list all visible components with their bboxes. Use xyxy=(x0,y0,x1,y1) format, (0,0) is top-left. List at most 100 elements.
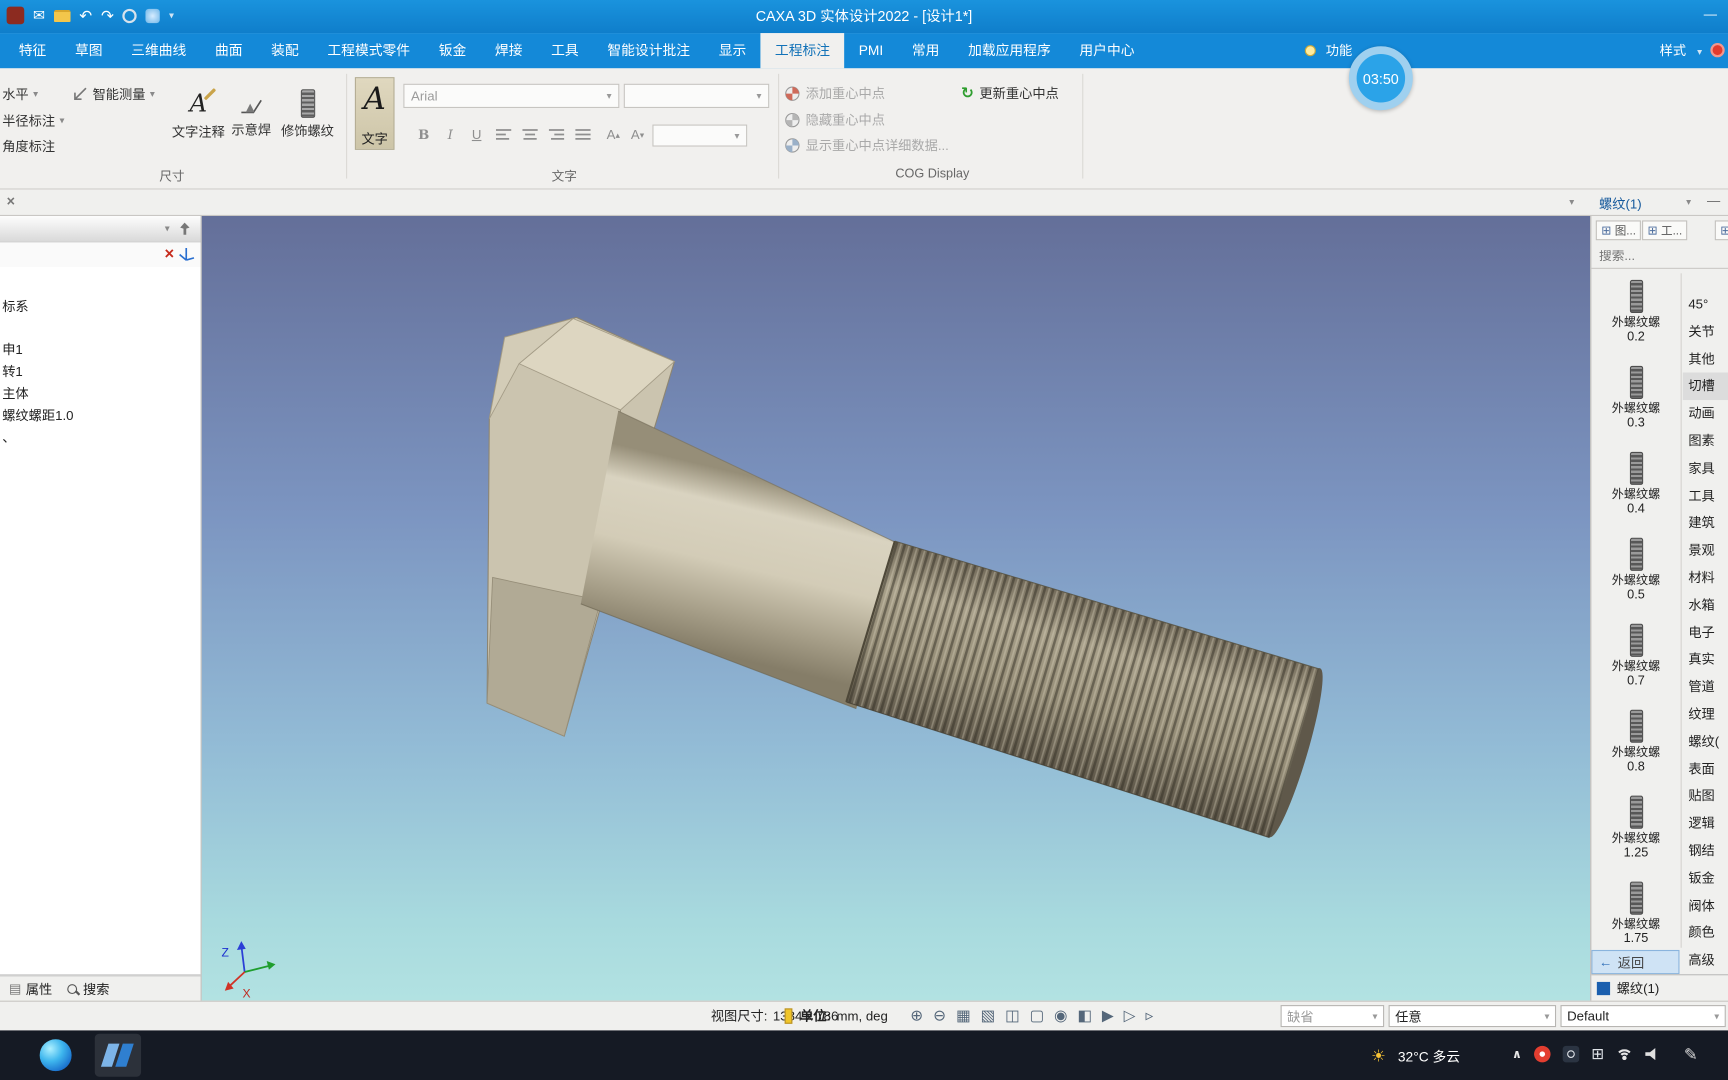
library-category[interactable]: 贴图 xyxy=(1683,783,1728,810)
library-minimize-icon[interactable]: — xyxy=(1707,193,1720,208)
update-cog-button[interactable]: ↻ 更新重心中点 xyxy=(961,84,1059,103)
tree-item[interactable]: 申1 xyxy=(0,338,201,360)
library-category[interactable]: 动画 xyxy=(1683,400,1728,427)
library-category[interactable]: 真实 xyxy=(1683,646,1728,673)
weld-symbol-button[interactable]: 示意焊 xyxy=(227,93,275,139)
library-dropdown-icon[interactable]: ▾ xyxy=(1686,197,1691,207)
viewport-options-dropdown-icon[interactable]: ▾ xyxy=(1569,197,1574,207)
library-category[interactable]: 管道 xyxy=(1683,674,1728,701)
style-config-dropdown[interactable]: Default ▾ xyxy=(1560,1005,1726,1028)
library-category[interactable]: 家具 xyxy=(1683,455,1728,482)
status-bar-icon[interactable]: ◫ xyxy=(1005,1006,1020,1025)
ribbon-tab[interactable]: 智能设计批注 xyxy=(593,33,704,68)
library-view-button-1[interactable]: ⊞ 图... xyxy=(1595,220,1642,241)
ribbon-tab[interactable]: 用户中心 xyxy=(1065,33,1149,68)
close-pane-icon[interactable]: × xyxy=(7,193,15,210)
weather-widget[interactable]: ☀ 32°C 多云 xyxy=(1371,1045,1460,1066)
ribbon-tab[interactable]: 工程标注 xyxy=(760,33,845,69)
bold-button[interactable]: B xyxy=(412,123,435,145)
library-category[interactable]: 关节 xyxy=(1683,318,1728,345)
pin-icon[interactable] xyxy=(177,222,191,236)
tab-search[interactable]: 搜索 xyxy=(67,979,110,998)
align-left-icon[interactable] xyxy=(495,128,512,141)
library-category[interactable]: 纹理 xyxy=(1683,701,1728,728)
ribbon-tab[interactable]: 常用 xyxy=(898,33,954,68)
ribbon-tab[interactable]: 工具 xyxy=(537,33,593,68)
library-category[interactable]: 景观 xyxy=(1683,537,1728,564)
font-size-dropdown[interactable]: ▾ xyxy=(652,124,748,147)
tray-grid-icon[interactable]: ⊞ xyxy=(1591,1045,1604,1064)
tree-item[interactable]: 螺纹螺距1.0 xyxy=(0,404,201,426)
record-icon[interactable] xyxy=(1710,42,1725,58)
horizontal-dim-button[interactable]: 水平 ▾ xyxy=(2,84,38,104)
volume-icon[interactable] xyxy=(1644,1048,1656,1061)
library-category[interactable]: 颜色 xyxy=(1683,919,1728,946)
ribbon-tab[interactable]: 钣金 xyxy=(424,33,480,68)
cosmetic-thread-button[interactable]: 修饰螺纹 xyxy=(278,89,338,140)
recording-timer[interactable]: 03:50 xyxy=(1348,46,1413,111)
library-category[interactable]: 高级 xyxy=(1683,947,1728,974)
panel-dropdown-icon[interactable]: ▾ xyxy=(165,223,170,234)
library-category[interactable]: 其他 xyxy=(1683,346,1728,373)
wifi-icon[interactable] xyxy=(1616,1048,1633,1061)
library-category[interactable]: 电子 xyxy=(1683,619,1728,646)
style-menu[interactable]: 样式 xyxy=(1660,33,1686,68)
font-size-down-button[interactable]: A ▾ xyxy=(626,123,649,145)
library-category[interactable]: 螺纹( xyxy=(1683,728,1728,755)
ribbon-tab[interactable]: 显示 xyxy=(704,33,760,68)
library-category[interactable]: 切槽 xyxy=(1682,372,1728,401)
hint-label[interactable]: 功能 xyxy=(1326,33,1352,68)
tab-properties[interactable]: ▤ 属性 xyxy=(9,979,52,998)
show-cog-details-button[interactable]: 显示重心中点详细数据... xyxy=(785,136,949,155)
library-thread-item[interactable]: 外螺纹螺 0.2 xyxy=(1591,273,1680,359)
library-category[interactable]: 图素 xyxy=(1683,428,1728,455)
align-right-icon[interactable] xyxy=(548,128,565,141)
ribbon-tab[interactable]: 曲面 xyxy=(201,33,257,68)
hint-bulb-icon[interactable] xyxy=(1304,45,1316,57)
hide-cog-button[interactable]: 隐藏重心中点 xyxy=(785,110,885,129)
library-category[interactable]: 45° xyxy=(1683,291,1728,318)
italic-button[interactable]: I xyxy=(439,123,462,145)
library-thread-item[interactable]: 外螺纹螺 0.5 xyxy=(1591,531,1680,617)
view-config-dropdown[interactable]: 任意 ▾ xyxy=(1388,1005,1557,1028)
library-back-button[interactable]: ← 返回 xyxy=(1591,949,1680,975)
cancel-icon[interactable]: × xyxy=(164,245,174,264)
library-category[interactable]: 材料 xyxy=(1683,564,1728,591)
tree-item[interactable]: 、 xyxy=(0,426,201,448)
tray-app-icon-dark[interactable] xyxy=(1562,1045,1580,1063)
pen-input-icon[interactable]: ✎ xyxy=(1684,1045,1698,1065)
font-family-dropdown[interactable]: Arial ▾ xyxy=(403,83,620,108)
library-category[interactable]: 阀体 xyxy=(1683,892,1728,919)
status-bar-icon[interactable]: ◧ xyxy=(1077,1006,1092,1025)
underline-button[interactable]: U xyxy=(465,123,488,145)
ribbon-tab[interactable]: 特征 xyxy=(4,33,60,68)
caxa-app-icon[interactable] xyxy=(94,1033,142,1077)
library-thread-item[interactable]: 外螺纹螺 0.8 xyxy=(1591,703,1680,789)
library-thread-item[interactable]: 外螺纹螺 0.7 xyxy=(1591,617,1680,703)
ribbon-tab[interactable]: 装配 xyxy=(257,33,313,68)
status-bar-icon[interactable]: ▦ xyxy=(956,1006,971,1025)
edge-browser-icon[interactable] xyxy=(39,1039,72,1072)
tree-item[interactable]: 标系 xyxy=(0,295,201,317)
axis-tool-icon[interactable] xyxy=(179,246,196,263)
font-style-dropdown[interactable]: ▾ xyxy=(623,83,770,108)
library-category[interactable]: 建筑 xyxy=(1683,510,1728,537)
viewport-3d[interactable]: Z X xyxy=(201,215,1591,1001)
ribbon-tab[interactable]: 工程模式零件 xyxy=(313,33,424,68)
library-thread-item[interactable]: 外螺纹螺 0.4 xyxy=(1591,445,1680,531)
library-category[interactable]: 表面 xyxy=(1683,756,1728,783)
library-category[interactable]: 钢结 xyxy=(1683,837,1728,864)
status-bar-icon[interactable]: ▶ xyxy=(1102,1006,1114,1025)
library-thread-item[interactable]: 外螺纹螺 0.3 xyxy=(1591,359,1680,445)
library-category[interactable]: 工具 xyxy=(1683,482,1728,509)
add-cog-button[interactable]: 添加重心中点 xyxy=(785,84,885,103)
library-thread-item[interactable]: 外螺纹螺 1.25 xyxy=(1591,789,1680,875)
align-justify-icon[interactable] xyxy=(575,128,591,141)
library-search[interactable] xyxy=(1591,245,1728,269)
library-category[interactable]: 逻辑 xyxy=(1683,810,1728,837)
render-config-dropdown[interactable]: 缺省 ▾ xyxy=(1280,1005,1385,1028)
library-footer[interactable]: 螺纹(1) xyxy=(1591,974,1728,1001)
radius-dim-button[interactable]: 半径标注 ▾ xyxy=(2,110,64,130)
text-note-button[interactable]: A 文字注释 xyxy=(172,87,225,141)
ribbon-tab[interactable]: PMI xyxy=(844,33,897,68)
